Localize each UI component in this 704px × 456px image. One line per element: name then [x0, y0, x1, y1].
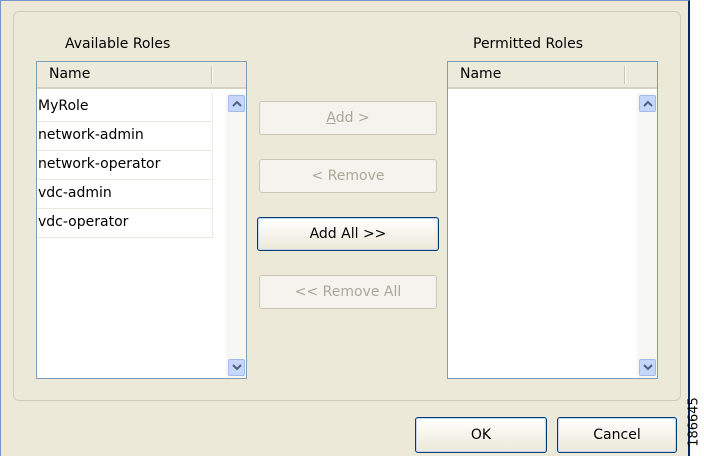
- scroll-up-button[interactable]: [639, 95, 656, 112]
- ok-button[interactable]: OK: [415, 417, 547, 453]
- available-vertical-scrollbar[interactable]: [226, 93, 246, 378]
- permitted-roles-list[interactable]: Name: [447, 61, 658, 379]
- permitted-name-column-header[interactable]: Name: [448, 62, 657, 89]
- available-name-column-header[interactable]: Name: [37, 62, 246, 89]
- list-item[interactable]: vdc-admin: [37, 180, 213, 209]
- permitted-roles-label: Permitted Roles: [473, 36, 583, 52]
- role-assignment-dialog: Available Roles Name MyRole network-admi…: [0, 0, 690, 456]
- remove-button[interactable]: < Remove: [259, 159, 437, 193]
- list-item[interactable]: network-admin: [37, 122, 213, 151]
- list-item[interactable]: network-operator: [37, 151, 213, 180]
- list-item[interactable]: MyRole: [37, 93, 213, 122]
- chevron-up-icon: [232, 100, 242, 107]
- chevron-up-icon: [643, 100, 653, 107]
- permitted-vertical-scrollbar[interactable]: [637, 93, 657, 378]
- add-button[interactable]: Add >: [259, 101, 437, 135]
- column-header-label: Name: [49, 66, 91, 82]
- column-header-label: Name: [460, 66, 502, 82]
- add-mnemonic: A: [326, 110, 336, 126]
- column-divider[interactable]: [624, 66, 625, 84]
- scroll-down-button[interactable]: [228, 359, 245, 376]
- scroll-up-button[interactable]: [228, 95, 245, 112]
- add-label: dd >: [335, 110, 370, 126]
- available-roles-label: Available Roles: [65, 36, 171, 52]
- add-all-button[interactable]: Add All >>: [257, 217, 439, 251]
- cancel-button[interactable]: Cancel: [557, 417, 677, 453]
- available-roles-rows: MyRole network-admin network-operator vd…: [37, 93, 213, 238]
- column-divider[interactable]: [211, 66, 212, 84]
- available-roles-list[interactable]: Name MyRole network-admin network-operat…: [36, 61, 247, 379]
- figure-id-watermark: 186645: [684, 388, 704, 456]
- list-item[interactable]: vdc-operator: [37, 209, 213, 238]
- remove-all-button[interactable]: << Remove All: [259, 275, 437, 309]
- chevron-down-icon: [232, 364, 242, 371]
- figure-id-text: 186645: [686, 397, 702, 447]
- chevron-down-icon: [643, 364, 653, 371]
- scroll-down-button[interactable]: [639, 359, 656, 376]
